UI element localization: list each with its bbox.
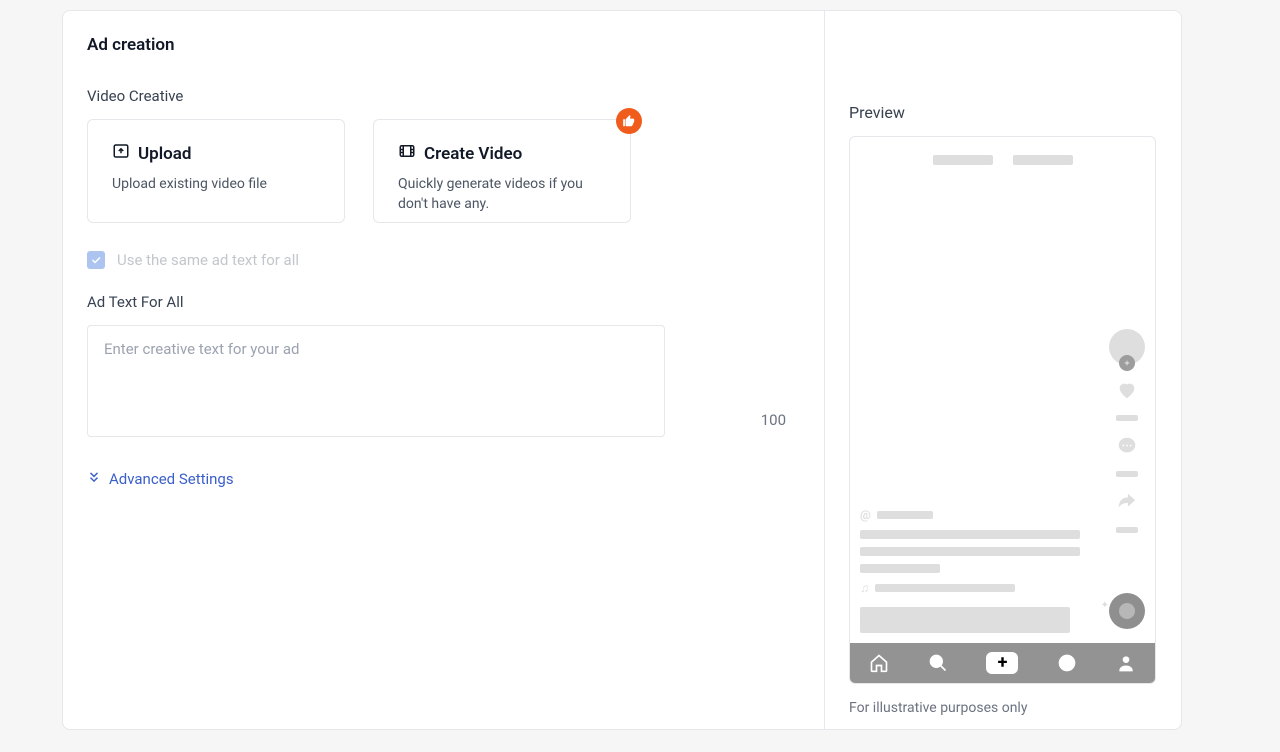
upload-title: Upload	[138, 144, 191, 164]
ad-text-label: Ad Text For All	[87, 293, 800, 311]
count-placeholder	[1116, 527, 1138, 533]
sparkle-icon: ✦	[1101, 600, 1109, 611]
advanced-settings-toggle[interactable]: Advanced Settings	[87, 470, 234, 488]
follow-plus-icon	[1119, 355, 1135, 371]
create-video-icon	[398, 142, 416, 165]
upload-desc: Upload existing video file	[112, 175, 320, 195]
preview-title: Preview	[849, 103, 1157, 122]
page-title: Ad creation	[87, 35, 800, 55]
recommended-badge-icon	[616, 108, 642, 134]
advanced-settings-label: Advanced Settings	[109, 470, 234, 488]
preview-disclaimer: For illustrative purposes only	[849, 700, 1157, 716]
count-placeholder	[1116, 471, 1138, 477]
search-icon	[928, 653, 948, 673]
music-note-icon: ♫	[860, 581, 869, 595]
char-limit: 100	[761, 411, 786, 429]
preview-tab-placeholder	[933, 155, 993, 165]
home-icon	[869, 653, 889, 673]
chevron-down-double-icon	[87, 470, 101, 488]
cta-placeholder	[860, 607, 1070, 633]
count-placeholder	[1116, 415, 1138, 421]
phone-preview: @ ♫ ✦ +	[849, 136, 1156, 684]
create-video-desc: Quickly generate videos if you don't hav…	[398, 175, 606, 214]
music-placeholder	[875, 584, 1015, 592]
share-icon	[1114, 491, 1140, 513]
same-text-checkbox[interactable]	[87, 251, 105, 269]
at-symbol-icon: @	[860, 508, 871, 522]
upload-icon	[112, 142, 130, 165]
preview-tab-placeholder	[1013, 155, 1073, 165]
create-post-icon: +	[986, 652, 1018, 674]
caption-placeholder	[860, 547, 1080, 556]
upload-option-card[interactable]: Upload Upload existing video file	[87, 119, 345, 223]
caption-placeholder	[860, 564, 940, 573]
preview-nav-bar: +	[850, 643, 1155, 683]
create-video-option-card[interactable]: Create Video Quickly generate videos if …	[373, 119, 631, 223]
caption-placeholder	[860, 530, 1080, 539]
username-placeholder	[877, 511, 933, 519]
inbox-icon	[1057, 653, 1077, 673]
profile-icon	[1116, 653, 1136, 673]
heart-icon	[1114, 379, 1140, 401]
same-text-label: Use the same ad text for all	[117, 251, 299, 269]
music-disc-icon	[1109, 593, 1145, 629]
create-video-title: Create Video	[424, 144, 522, 164]
avatar-placeholder	[1109, 329, 1145, 365]
ad-text-input[interactable]	[87, 325, 665, 437]
comment-icon	[1114, 435, 1140, 457]
video-creative-label: Video Creative	[87, 87, 800, 105]
